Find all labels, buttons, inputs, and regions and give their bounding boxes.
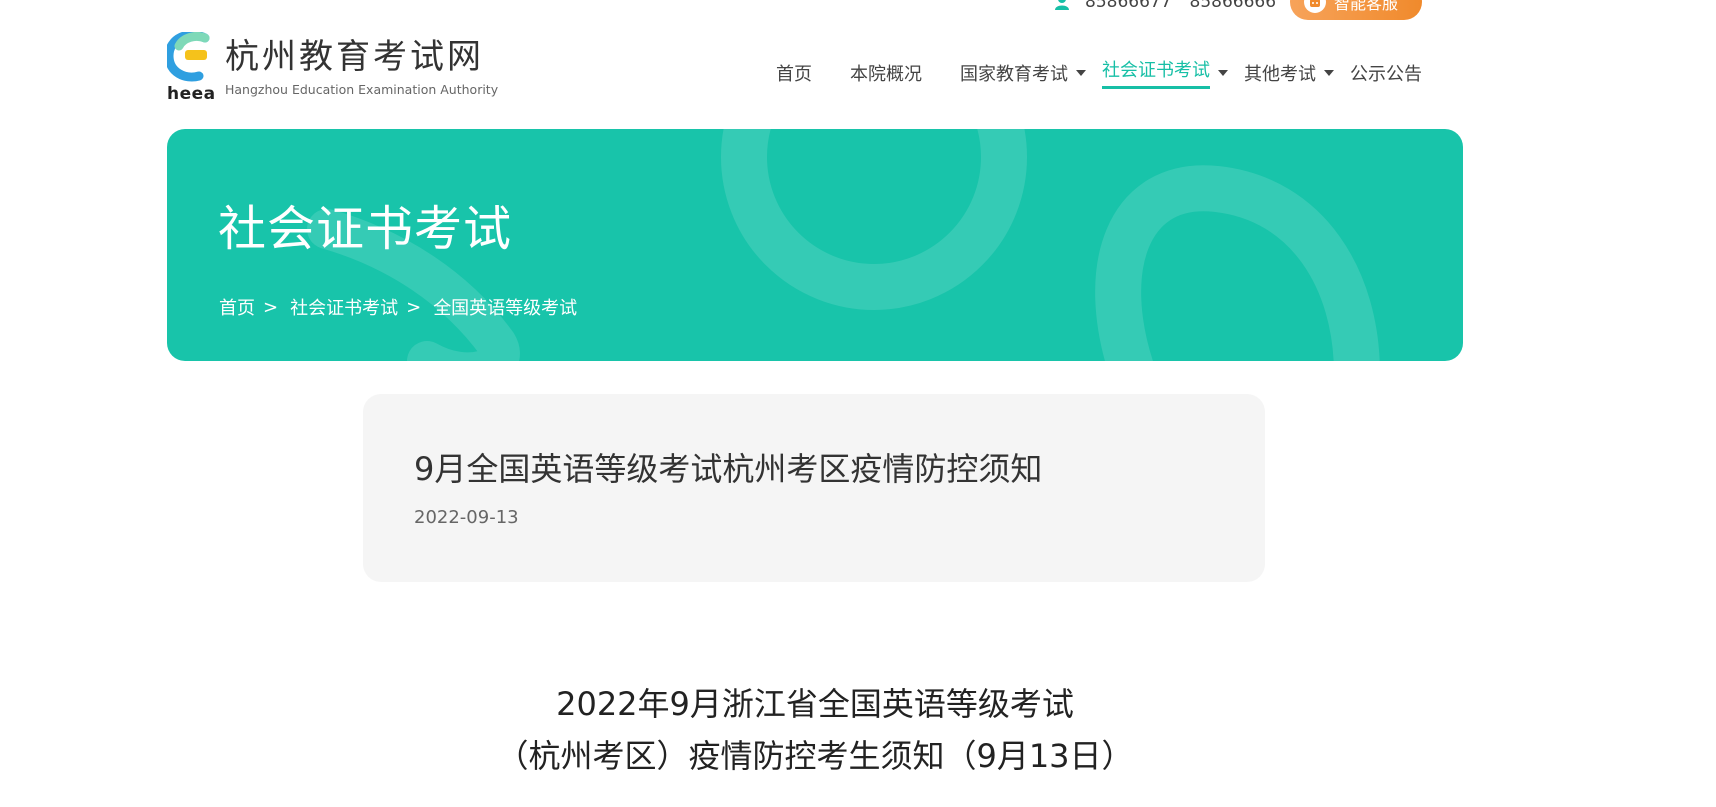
nav-item-certificate-exams[interactable]: 社会证书考试 (1102, 56, 1228, 89)
person-icon (1055, 0, 1069, 10)
article-body-title-line2: （杭州考区）疫情防控考生须知（9月13日） (496, 737, 1134, 775)
article-date: 2022-09-13 (414, 507, 519, 528)
logo-abbr: heea (167, 84, 216, 104)
breadcrumb-current-link[interactable]: 全国英语等级考试 (433, 294, 577, 320)
breadcrumb-section-link[interactable]: 社会证书考试 (290, 294, 398, 320)
nav-item-other-exams[interactable]: 其他考试 (1244, 60, 1334, 86)
main-nav: 首页 本院概况 国家教育考试 社会证书考试 其他考试 公示公告 (776, 56, 1422, 89)
robot-icon (1304, 0, 1326, 13)
smart-service-label: 智能客服 (1334, 0, 1399, 13)
nav-item-national-exams[interactable]: 国家教育考试 (960, 60, 1086, 86)
nav-item-label: 首页 (776, 63, 812, 85)
nav-item-label: 本院概况 (850, 63, 922, 85)
phone-number: 85866666 (1189, 0, 1277, 12)
breadcrumb-separator: > (263, 296, 279, 318)
banner-title: 社会证书考试 (218, 201, 513, 257)
nav-item-label: 社会证书考试 (1102, 56, 1210, 89)
caret-down-icon (1218, 69, 1228, 76)
nav-item-home[interactable]: 首页 (776, 60, 812, 86)
article-body-title-line1: 2022年9月浙江省全国英语等级考试 (556, 685, 1074, 723)
caret-down-icon (1324, 69, 1334, 76)
site-name-en: Hangzhou Education Examination Authority (225, 82, 499, 97)
nav-item-label: 国家教育考试 (960, 63, 1068, 85)
site-logo[interactable]: heea 杭州教育考试网 Hangzhou Education Examinat… (167, 32, 499, 104)
site-name: 杭州教育考试网 (225, 37, 484, 77)
heea-logo-icon (167, 32, 210, 82)
breadcrumb-separator: > (406, 296, 422, 318)
smart-service-button[interactable]: 智能客服 (1290, 0, 1422, 20)
phone-number: 85866677 (1085, 0, 1172, 12)
nav-item-label: 其他考试 (1244, 63, 1316, 85)
article-header-card: 9月全国英语等级考试杭州考区疫情防控须知 2022-09-13 (363, 394, 1265, 582)
nav-item-about[interactable]: 本院概况 (850, 60, 922, 86)
breadcrumb: 首页 > 社会证书考试 > 全国英语等级考试 (219, 294, 577, 320)
caret-down-icon (1076, 69, 1086, 76)
page: 85866677 85866666 智能客服 heea 杭州教育考试网 Hang… (0, 0, 1716, 807)
section-banner: 社会证书考试 首页 > 社会证书考试 > 全国英语等级考试 (167, 129, 1463, 361)
article-headline: 9月全国英语等级考试杭州考区疫情防控须知 (414, 450, 1043, 488)
breadcrumb-home-link[interactable]: 首页 (219, 294, 255, 320)
nav-item-announcements[interactable]: 公示公告 (1350, 60, 1422, 86)
nav-item-label: 公示公告 (1350, 63, 1422, 85)
contact-strip: 85866677 85866666 (1053, 0, 1276, 18)
